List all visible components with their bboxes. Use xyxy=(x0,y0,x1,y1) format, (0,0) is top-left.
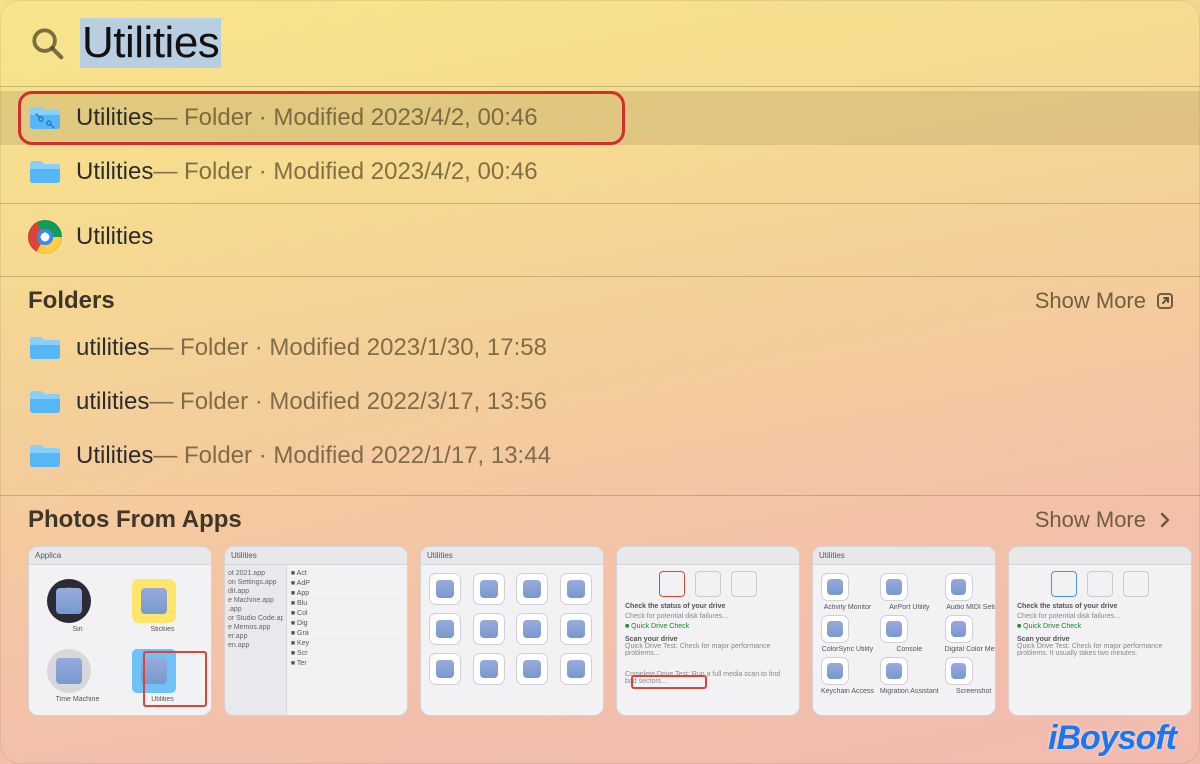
search-input[interactable]: Utilities xyxy=(80,18,221,68)
result-meta: — Folder · Modified 2022/3/17, 13:56 xyxy=(149,388,547,416)
result-row[interactable]: Utilities — Folder · Modified 2022/1/17,… xyxy=(0,429,1200,483)
show-more-label: Show More xyxy=(1035,288,1146,314)
search-header: Utilities xyxy=(0,0,1200,86)
photo-thumbnail[interactable]: Utilities xyxy=(420,546,604,716)
result-name: Utilities xyxy=(76,442,153,470)
show-more-photos[interactable]: Show More xyxy=(1035,507,1176,533)
folders-section: utilities — Folder · Modified 2023/1/30,… xyxy=(0,321,1200,489)
result-row[interactable]: Utilities — Folder · Modified 2023/4/2, … xyxy=(0,145,1200,199)
result-name: utilities xyxy=(76,388,149,416)
photo-thumbnails: Applica Siri Stickies Time Machine Utili… xyxy=(0,540,1200,716)
result-name: Utilities xyxy=(76,223,153,251)
result-name: Utilities xyxy=(76,104,153,132)
result-meta: — Folder · Modified 2023/1/30, 17:58 xyxy=(149,334,547,362)
result-meta: — Folder · Modified 2023/4/2, 00:46 xyxy=(153,158,537,186)
show-more-folders[interactable]: Show More xyxy=(1035,288,1176,314)
folder-tools-icon xyxy=(28,101,62,135)
folder-icon xyxy=(28,385,62,419)
photo-thumbnail[interactable]: Utilities Activity Monitor AirPort Utili… xyxy=(812,546,996,716)
result-row[interactable]: utilities — Folder · Modified 2023/1/30,… xyxy=(0,321,1200,375)
folder-icon xyxy=(28,155,62,189)
thumbnail-titlebar: Utilities xyxy=(225,547,407,565)
chrome-icon xyxy=(28,220,62,254)
divider xyxy=(0,203,1200,204)
top-results: Utilities — Folder · Modified 2023/4/2, … xyxy=(0,91,1200,270)
section-title: Folders xyxy=(28,287,115,315)
folder-icon xyxy=(28,331,62,365)
spotlight-window: Utilities Utilities — Folder · Mod xyxy=(0,0,1200,764)
thumbnail-titlebar xyxy=(1009,547,1191,565)
result-row[interactable]: utilities — Folder · Modified 2022/3/17,… xyxy=(0,375,1200,429)
photo-thumbnail[interactable]: Check the status of your drive Check for… xyxy=(616,546,800,716)
result-meta: — Folder · Modified 2022/1/17, 13:44 xyxy=(153,442,551,470)
section-title: Photos From Apps xyxy=(28,506,242,534)
result-name: Utilities xyxy=(76,158,153,186)
result-meta: — Folder · Modified 2023/4/2, 00:46 xyxy=(153,104,537,132)
divider xyxy=(0,86,1200,87)
folder-icon xyxy=(28,439,62,473)
show-more-label: Show More xyxy=(1035,507,1146,533)
top-result-highlighted: Utilities — Folder · Modified 2023/4/2, … xyxy=(0,91,1200,145)
photo-thumbnail[interactable]: Utilities ot 2021.appon Settings.appdit.… xyxy=(224,546,408,716)
result-row[interactable]: Utilities — Folder · Modified 2023/4/2, … xyxy=(0,91,1200,145)
photo-thumbnail[interactable]: Check the status of your drive Check for… xyxy=(1008,546,1192,716)
folders-section-header: Folders Show More xyxy=(0,276,1200,321)
popout-icon xyxy=(1154,290,1176,312)
photo-thumbnail[interactable]: Applica Siri Stickies Time Machine Utili… xyxy=(28,546,212,716)
thumbnail-titlebar: Utilities xyxy=(813,547,995,565)
result-row[interactable]: Utilities xyxy=(0,210,1200,264)
search-icon xyxy=(28,24,66,62)
photos-section-header: Photos From Apps Show More xyxy=(0,495,1200,540)
thumbnail-titlebar: Utilities xyxy=(421,547,603,565)
thumbnail-titlebar: Applica xyxy=(29,547,211,565)
chevron-right-icon xyxy=(1154,509,1176,531)
result-name: utilities xyxy=(76,334,149,362)
thumbnail-titlebar xyxy=(617,547,799,565)
watermark: iBoysoft xyxy=(1048,719,1176,758)
